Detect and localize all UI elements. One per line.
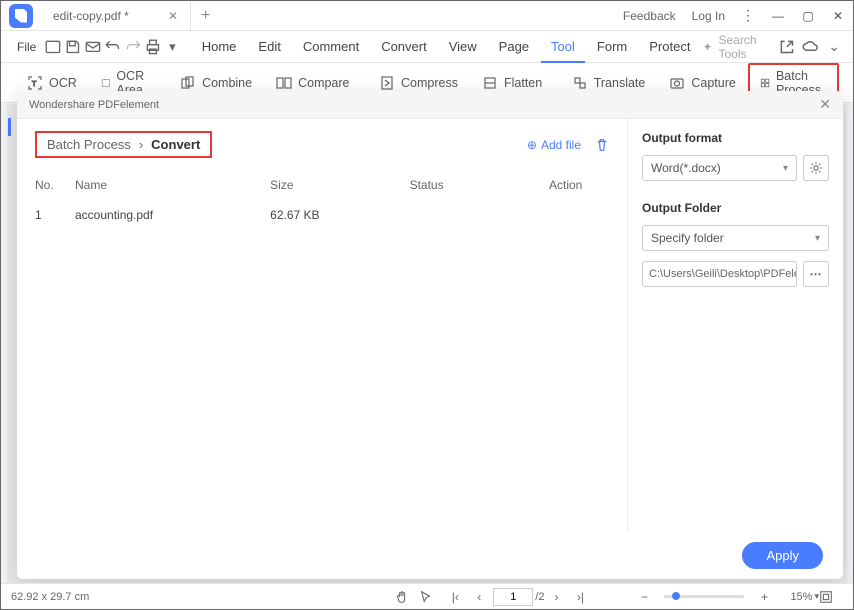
plus-icon: ⊕ <box>527 138 537 152</box>
select-tool-icon[interactable] <box>419 590 443 604</box>
first-page-icon[interactable]: |‹ <box>443 590 467 604</box>
compare-button[interactable]: Compare <box>264 75 361 91</box>
status-bar: 62.92 x 29.7 cm |‹ ‹ /2 › ›| − + 15% ▾ <box>1 583 853 609</box>
output-folder-select[interactable]: Specify folder ▾ <box>642 225 829 251</box>
chevron-down-icon: ▾ <box>815 233 820 244</box>
open-icon[interactable] <box>44 36 62 58</box>
save-icon[interactable] <box>64 36 82 58</box>
menu-form[interactable]: Form <box>587 31 637 63</box>
kebab-menu-icon[interactable]: ⋮ <box>733 7 763 24</box>
zoom-level: 15% <box>776 591 812 603</box>
capture-button[interactable]: Capture <box>657 75 747 91</box>
cloud-icon[interactable] <box>801 36 819 58</box>
search-placeholder: Search Tools <box>719 33 772 61</box>
folder-path-display: C:\Users\Geili\Desktop\PDFelement\Co <box>642 261 797 287</box>
header-action: Action <box>549 178 609 192</box>
modal-right-panel: Output format Word(*.docx) ▾ Output Fold… <box>627 119 843 531</box>
file-list-header: No. Name Size Status Action <box>35 170 609 200</box>
file-menu[interactable]: File <box>11 40 42 54</box>
cell-action <box>549 208 609 222</box>
breadcrumb-current: Convert <box>151 137 200 152</box>
output-format-label: Output format <box>642 131 829 145</box>
zoom-slider[interactable] <box>664 595 744 598</box>
zoom-out-icon[interactable]: − <box>632 590 656 604</box>
title-bar: edit-copy.pdf * ✕ + Feedback Log In ⋮ — … <box>1 1 853 31</box>
cell-name: accounting.pdf <box>75 208 270 222</box>
search-tools[interactable]: ✦ Search Tools <box>702 33 771 61</box>
close-window-button[interactable]: ✕ <box>823 9 853 23</box>
document-tab[interactable]: edit-copy.pdf * ✕ <box>41 2 191 30</box>
login-link[interactable]: Log In <box>684 9 733 23</box>
add-tab-button[interactable]: + <box>191 7 220 25</box>
delete-icon[interactable] <box>595 138 609 152</box>
output-format-select[interactable]: Word(*.docx) ▾ <box>642 155 797 181</box>
file-row[interactable]: 1 accounting.pdf 62.67 KB <box>35 200 609 230</box>
breadcrumb-root[interactable]: Batch Process <box>47 137 131 152</box>
batch-process-modal: Wondershare PDFelement ✕ Batch Process ›… <box>17 91 843 579</box>
header-status: Status <box>410 178 549 192</box>
format-settings-button[interactable] <box>803 155 829 181</box>
dropdown-icon[interactable]: ▾ <box>163 36 181 58</box>
modal-left-panel: Batch Process › Convert ⊕ Add file No. N… <box>17 119 627 531</box>
undo-icon[interactable] <box>104 36 122 58</box>
modal-titlebar: Wondershare PDFelement ✕ <box>17 91 843 119</box>
menu-protect[interactable]: Protect <box>639 31 700 63</box>
menu-edit[interactable]: Edit <box>248 31 290 63</box>
maximize-button[interactable]: ▢ <box>793 9 823 23</box>
add-file-button[interactable]: ⊕ Add file <box>527 138 581 152</box>
modal-title: Wondershare PDFelement <box>29 99 159 111</box>
header-no: No. <box>35 178 75 192</box>
output-folder-label: Output Folder <box>642 201 829 215</box>
side-marker <box>8 118 11 136</box>
menu-bar: File ▾ Home Edit Comment Convert View Pa… <box>1 31 853 63</box>
svg-text:T: T <box>32 81 37 88</box>
menu-home[interactable]: Home <box>192 31 247 63</box>
translate-button[interactable]: Translate <box>560 75 658 91</box>
header-name: Name <box>75 178 270 192</box>
next-page-icon[interactable]: › <box>544 590 568 604</box>
redo-icon[interactable] <box>124 36 142 58</box>
page-total: /2 <box>535 591 544 603</box>
browse-folder-button[interactable]: ⋯ <box>803 261 829 287</box>
app-logo <box>9 4 33 28</box>
mail-icon[interactable] <box>84 36 102 58</box>
modal-footer: Apply <box>17 531 843 579</box>
menu-convert[interactable]: Convert <box>371 31 437 63</box>
breadcrumb: Batch Process › Convert <box>35 131 212 158</box>
cell-size: 62.67 KB <box>270 208 409 222</box>
menu-view[interactable]: View <box>439 31 487 63</box>
chevron-down-icon[interactable]: ⌄ <box>825 36 843 58</box>
combine-button[interactable]: Combine <box>168 75 264 91</box>
page-dimensions: 62.92 x 29.7 cm <box>11 591 89 603</box>
print-icon[interactable] <box>144 36 162 58</box>
chevron-right-icon: › <box>139 137 143 152</box>
fit-page-icon[interactable] <box>819 590 843 604</box>
modal-close-button[interactable]: ✕ <box>819 96 831 113</box>
flatten-button[interactable]: Flatten <box>470 75 554 91</box>
chevron-down-icon: ▾ <box>783 163 788 174</box>
compress-button[interactable]: Compress <box>367 75 470 91</box>
apply-button[interactable]: Apply <box>742 542 823 569</box>
close-tab-icon[interactable]: ✕ <box>168 9 178 23</box>
tab-title: edit-copy.pdf * <box>53 9 129 23</box>
minimize-button[interactable]: — <box>763 9 793 23</box>
prev-page-icon[interactable]: ‹ <box>467 590 491 604</box>
feedback-link[interactable]: Feedback <box>615 9 684 23</box>
cell-status <box>410 208 549 222</box>
menu-tool[interactable]: Tool <box>541 31 585 63</box>
menu-page[interactable]: Page <box>489 31 539 63</box>
zoom-in-icon[interactable]: + <box>752 590 776 604</box>
menu-comment[interactable]: Comment <box>293 31 369 63</box>
cell-no: 1 <box>35 208 75 222</box>
page-input[interactable] <box>493 588 533 606</box>
hand-tool-icon[interactable] <box>395 590 419 604</box>
wand-icon: ✦ <box>702 40 712 54</box>
external-link-icon[interactable] <box>778 36 796 58</box>
ocr-button[interactable]: TOCR <box>15 75 89 91</box>
last-page-icon[interactable]: ›| <box>568 590 592 604</box>
header-size: Size <box>270 178 409 192</box>
